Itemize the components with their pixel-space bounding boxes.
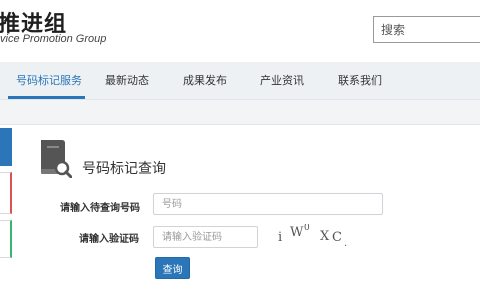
search-input[interactable] [373, 16, 480, 43]
site-logo-subtitle: vice Promotion Group [0, 33, 107, 45]
number-label: 请输入待查询号码 [60, 203, 140, 214]
nav-item-industry-news[interactable]: 产业资讯 [260, 62, 304, 100]
sidebar-tab-active[interactable] [0, 128, 12, 166]
nav-item-news[interactable]: 最新动态 [105, 62, 149, 100]
book-search-icon [41, 140, 72, 178]
section-gap [0, 100, 480, 124]
main-nav: 号码标记服务 最新动态 成果发布 产业资讯 联系我们 [0, 62, 480, 100]
captcha-image[interactable]: i W0X C. [274, 224, 354, 250]
nav-item-results[interactable]: 成果发布 [183, 62, 227, 100]
captcha-label: 请输入验证码 [79, 234, 139, 245]
nav-item-number-marking[interactable]: 号码标记服务 [16, 62, 82, 100]
site-header: 推进组 vice Promotion Group [0, 0, 480, 62]
query-button[interactable]: 查询 [155, 257, 190, 279]
phone-number-input[interactable] [153, 193, 383, 215]
sidebar-tab-red[interactable] [0, 172, 12, 214]
captcha-input[interactable] [153, 226, 258, 248]
nav-active-underline [8, 96, 85, 99]
section-title: 号码标记查询 [82, 161, 166, 177]
nav-item-contact[interactable]: 联系我们 [338, 62, 382, 100]
captcha-text: i W0X C. [278, 224, 347, 249]
sidebar-tab-green[interactable] [0, 220, 12, 258]
